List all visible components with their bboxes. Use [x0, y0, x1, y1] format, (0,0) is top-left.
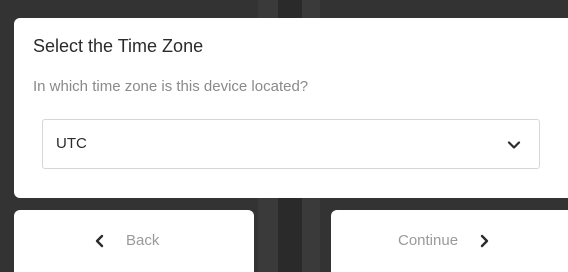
page-title: Select the Time Zone	[33, 36, 204, 56]
back-button[interactable]: Back	[14, 210, 254, 272]
back-button-label: Back	[126, 232, 160, 249]
continue-button-label: Continue	[398, 232, 459, 249]
timezone-select[interactable]: UTC	[42, 119, 540, 169]
chevron-left-icon	[94, 234, 106, 248]
chevron-down-icon	[507, 138, 521, 152]
timezone-select-value: UTC	[56, 135, 87, 152]
timezone-card: Select the Time Zone In which time zone …	[14, 18, 568, 198]
page-subtitle: In which time zone is this device locate…	[33, 78, 309, 95]
continue-button[interactable]: Continue	[331, 210, 568, 272]
chevron-right-icon	[478, 234, 490, 248]
